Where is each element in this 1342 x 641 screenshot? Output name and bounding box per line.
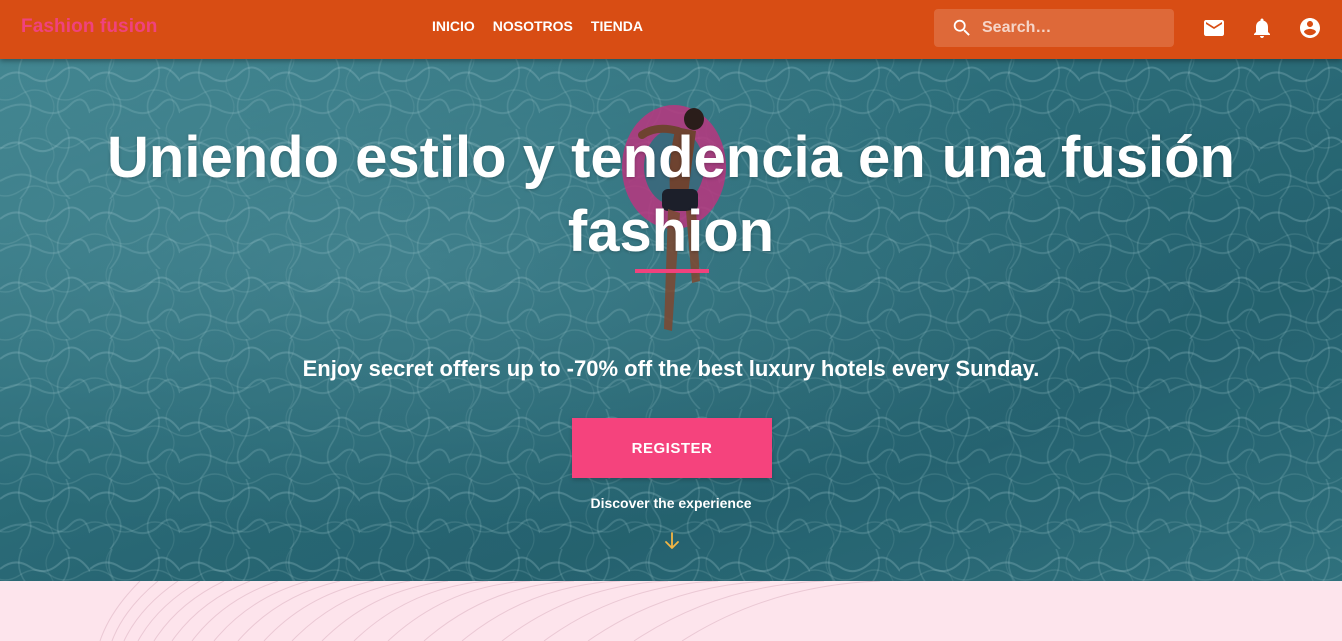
- account-circle-icon[interactable]: [1298, 16, 1322, 40]
- register-button[interactable]: REGISTER: [572, 418, 772, 478]
- brand-logo[interactable]: Fashion fusion: [21, 16, 158, 38]
- arrow-down-icon[interactable]: [664, 531, 680, 551]
- decorative-lines: [99, 581, 881, 641]
- nav-item-nosotros[interactable]: NOSOTROS: [493, 18, 573, 34]
- nav-item-inicio[interactable]: INICIO: [432, 18, 475, 34]
- hero-title: Uniendo estilo y tendencia en una fusión…: [107, 125, 1235, 264]
- title-underline: [635, 269, 709, 273]
- search-box[interactable]: [934, 9, 1174, 47]
- search-input[interactable]: [982, 9, 1168, 47]
- search-icon: [953, 19, 970, 36]
- main-nav: INICIO NOSOTROS TIENDA: [432, 18, 643, 34]
- discover-label: Discover the experience: [590, 495, 752, 511]
- hero-section: Uniendo estilo y tendencia en una fusión…: [0, 59, 1342, 581]
- app-bar: Fashion fusion INICIO NOSOTROS TIENDA: [0, 0, 1342, 59]
- notifications-icon[interactable]: [1250, 16, 1274, 40]
- mail-icon[interactable]: [1202, 16, 1226, 40]
- next-section: [0, 581, 1342, 641]
- nav-item-tienda[interactable]: TIENDA: [591, 18, 643, 34]
- hero-subtitle: Enjoy secret offers up to -70% off the b…: [302, 356, 1040, 381]
